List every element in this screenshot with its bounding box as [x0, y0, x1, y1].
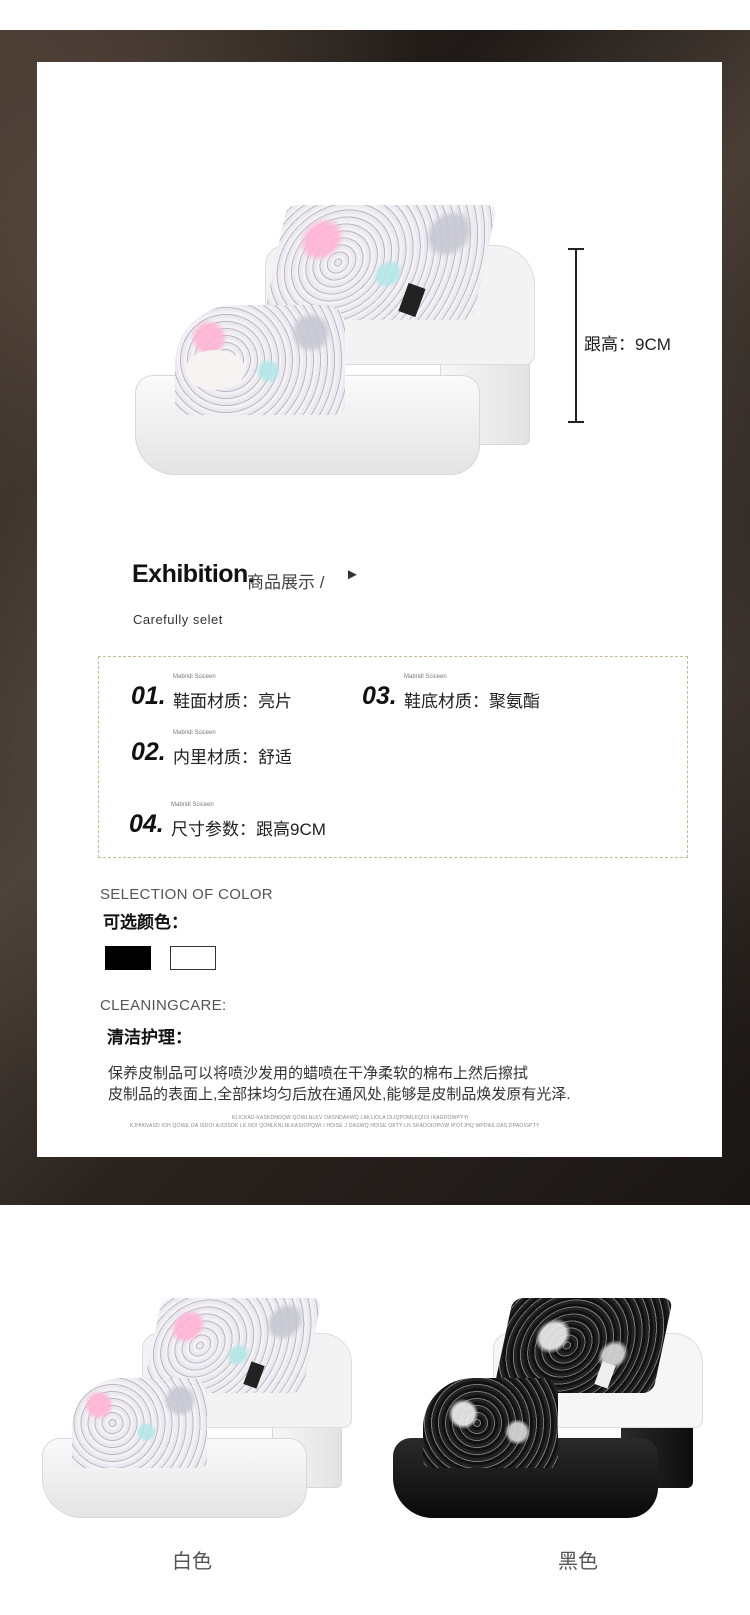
- heel-height-label: 跟高：9CM: [584, 335, 671, 354]
- spec-value: ：舒适: [241, 748, 292, 767]
- spec-label: 内里材质: [173, 748, 241, 767]
- white-variant-shoe-image[interactable]: [42, 1298, 362, 1518]
- spec-number: 03.: [362, 682, 397, 710]
- spec-brand: Mabridl Sciceen: [173, 730, 216, 736]
- white-variant-label: 白色: [172, 1551, 212, 1573]
- spec-number: 02.: [131, 738, 166, 766]
- spec-value: ：亮片: [241, 692, 292, 711]
- spec-number: 01.: [131, 682, 166, 710]
- spec-value: ：聚氨酯: [472, 692, 540, 711]
- color-swatch-white[interactable]: [170, 946, 216, 970]
- black-variant-shoe-image[interactable]: [393, 1298, 713, 1518]
- black-variant-label: 黑色: [558, 1551, 598, 1573]
- spec-brand: Mabridl Sciceen: [171, 802, 214, 808]
- care-text-line: 皮制品的表面上,全部抹均匀后放在通风处,能够是皮制品焕发原有光泽.: [108, 1086, 571, 1103]
- spec-brand: Mabridl Sciceen: [404, 674, 447, 680]
- exhibition-subtitle: Carefully selet: [133, 612, 223, 627]
- color-swatch-black[interactable]: [105, 946, 151, 970]
- spec-label: 尺寸参数: [171, 820, 239, 839]
- heel-height-marker: [568, 248, 584, 423]
- play-arrow-icon: ►: [345, 566, 360, 583]
- spec-brand: Mabridl Sciceen: [173, 674, 216, 680]
- spec-label: 鞋面材质: [173, 692, 241, 711]
- decorative-small-text: KJHIKNASD IOH QOWE OA ISDOI AJOISDK LK N…: [130, 1123, 540, 1129]
- spec-number: 04.: [129, 810, 164, 838]
- exhibition-title-cn: 商品展示 /: [247, 573, 325, 592]
- spec-value: ：跟高9CM: [239, 820, 326, 839]
- spec-label: 鞋底材质: [404, 692, 472, 711]
- care-title: CLEANINGCARE:: [100, 997, 227, 1014]
- care-text-line: 保养皮制品可以将喷沙发用的蜡喷在干净柔软的棉布上然后擦拭: [108, 1065, 529, 1082]
- color-selection-title: SELECTION OF COLOR: [100, 886, 273, 903]
- hero-shoe-image: [135, 200, 545, 500]
- color-selection-title-cn: 可选颜色：: [103, 913, 188, 932]
- care-title-cn: 清洁护理：: [107, 1028, 192, 1047]
- exhibition-title: Exhibition.: [132, 560, 255, 588]
- decorative-small-text: KLICKAD KASKDNDQW QOWLNLKV OASNDAKWQ LAK…: [232, 1115, 469, 1121]
